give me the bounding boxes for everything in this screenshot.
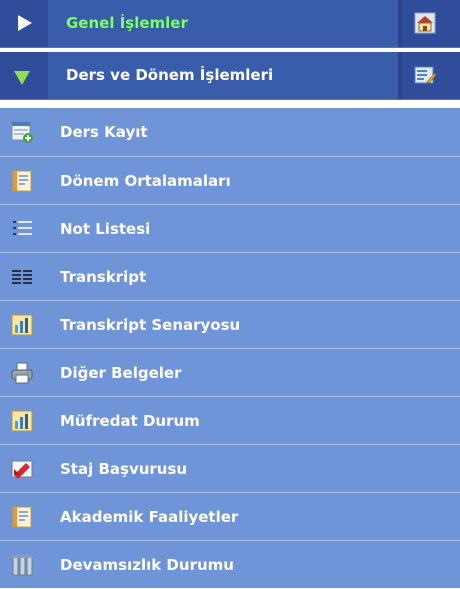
menu-item-label: Akademik Faaliyetler bbox=[60, 508, 239, 526]
section-label: Genel İşlemler bbox=[48, 0, 398, 47]
menu-item-label: Müfredat Durum bbox=[60, 412, 200, 430]
home-icon[interactable] bbox=[414, 12, 436, 34]
section-label: Ders ve Dönem İşlemleri bbox=[48, 52, 398, 99]
side-menu: Genel İşlemler Ders ve Dönem İşlemleri D… bbox=[0, 0, 460, 588]
menu-item-transkript[interactable]: Transkript bbox=[0, 252, 460, 300]
menu-item-transkript-senaryosu[interactable]: Transkript Senaryosu bbox=[0, 300, 460, 348]
transcript-icon bbox=[10, 265, 34, 289]
menu-item-ders-kayit[interactable]: Ders Kayıt bbox=[0, 108, 460, 156]
chart-icon bbox=[10, 409, 34, 433]
internship-icon bbox=[10, 457, 34, 481]
menu-item-label: Staj Başvurusu bbox=[60, 460, 188, 478]
menu-item-label: Devamsızlık Durumu bbox=[60, 556, 234, 574]
attendance-icon bbox=[10, 553, 34, 577]
menu-item-label: Transkript bbox=[60, 268, 147, 286]
menu-item-label: Dönem Ortalamaları bbox=[60, 172, 231, 190]
edit-icon[interactable] bbox=[414, 64, 436, 86]
menu-item-diger-belgeler[interactable]: Diğer Belgeler bbox=[0, 348, 460, 396]
chevron-right-icon bbox=[18, 15, 32, 31]
list-icon bbox=[10, 217, 34, 241]
printer-icon bbox=[10, 361, 34, 385]
document-icon bbox=[10, 169, 34, 193]
menu-item-mufredat-durum[interactable]: Müfredat Durum bbox=[0, 396, 460, 444]
section-divider bbox=[398, 0, 402, 47]
menu-item-label: Diğer Belgeler bbox=[60, 364, 182, 382]
menu-item-label: Ders Kayıt bbox=[60, 123, 148, 141]
section-divider bbox=[398, 52, 402, 99]
menu-item-label: Transkript Senaryosu bbox=[60, 316, 241, 334]
chevron-down-icon bbox=[14, 71, 30, 85]
menu-item-akademik-faaliyetler[interactable]: Akademik Faaliyetler bbox=[0, 492, 460, 540]
section-genel-islemler[interactable]: Genel İşlemler bbox=[0, 0, 460, 48]
document-icon bbox=[10, 505, 34, 529]
menu-item-label: Not Listesi bbox=[60, 220, 151, 238]
menu-item-donem-ortalamalari[interactable]: Dönem Ortalamaları bbox=[0, 156, 460, 204]
chart-icon bbox=[10, 313, 34, 337]
menu-item-staj-basvurusu[interactable]: Staj Başvurusu bbox=[0, 444, 460, 492]
course-register-icon bbox=[10, 120, 34, 144]
menu-item-not-listesi[interactable]: Not Listesi bbox=[0, 204, 460, 252]
section-ders-ve-donem-islemleri[interactable]: Ders ve Dönem İşlemleri bbox=[0, 52, 460, 100]
menu-item-devamsizlik-durumu[interactable]: Devamsızlık Durumu bbox=[0, 540, 460, 588]
submenu-list: Ders Kayıt Dönem Ortalamaları Not Listes… bbox=[0, 108, 460, 588]
